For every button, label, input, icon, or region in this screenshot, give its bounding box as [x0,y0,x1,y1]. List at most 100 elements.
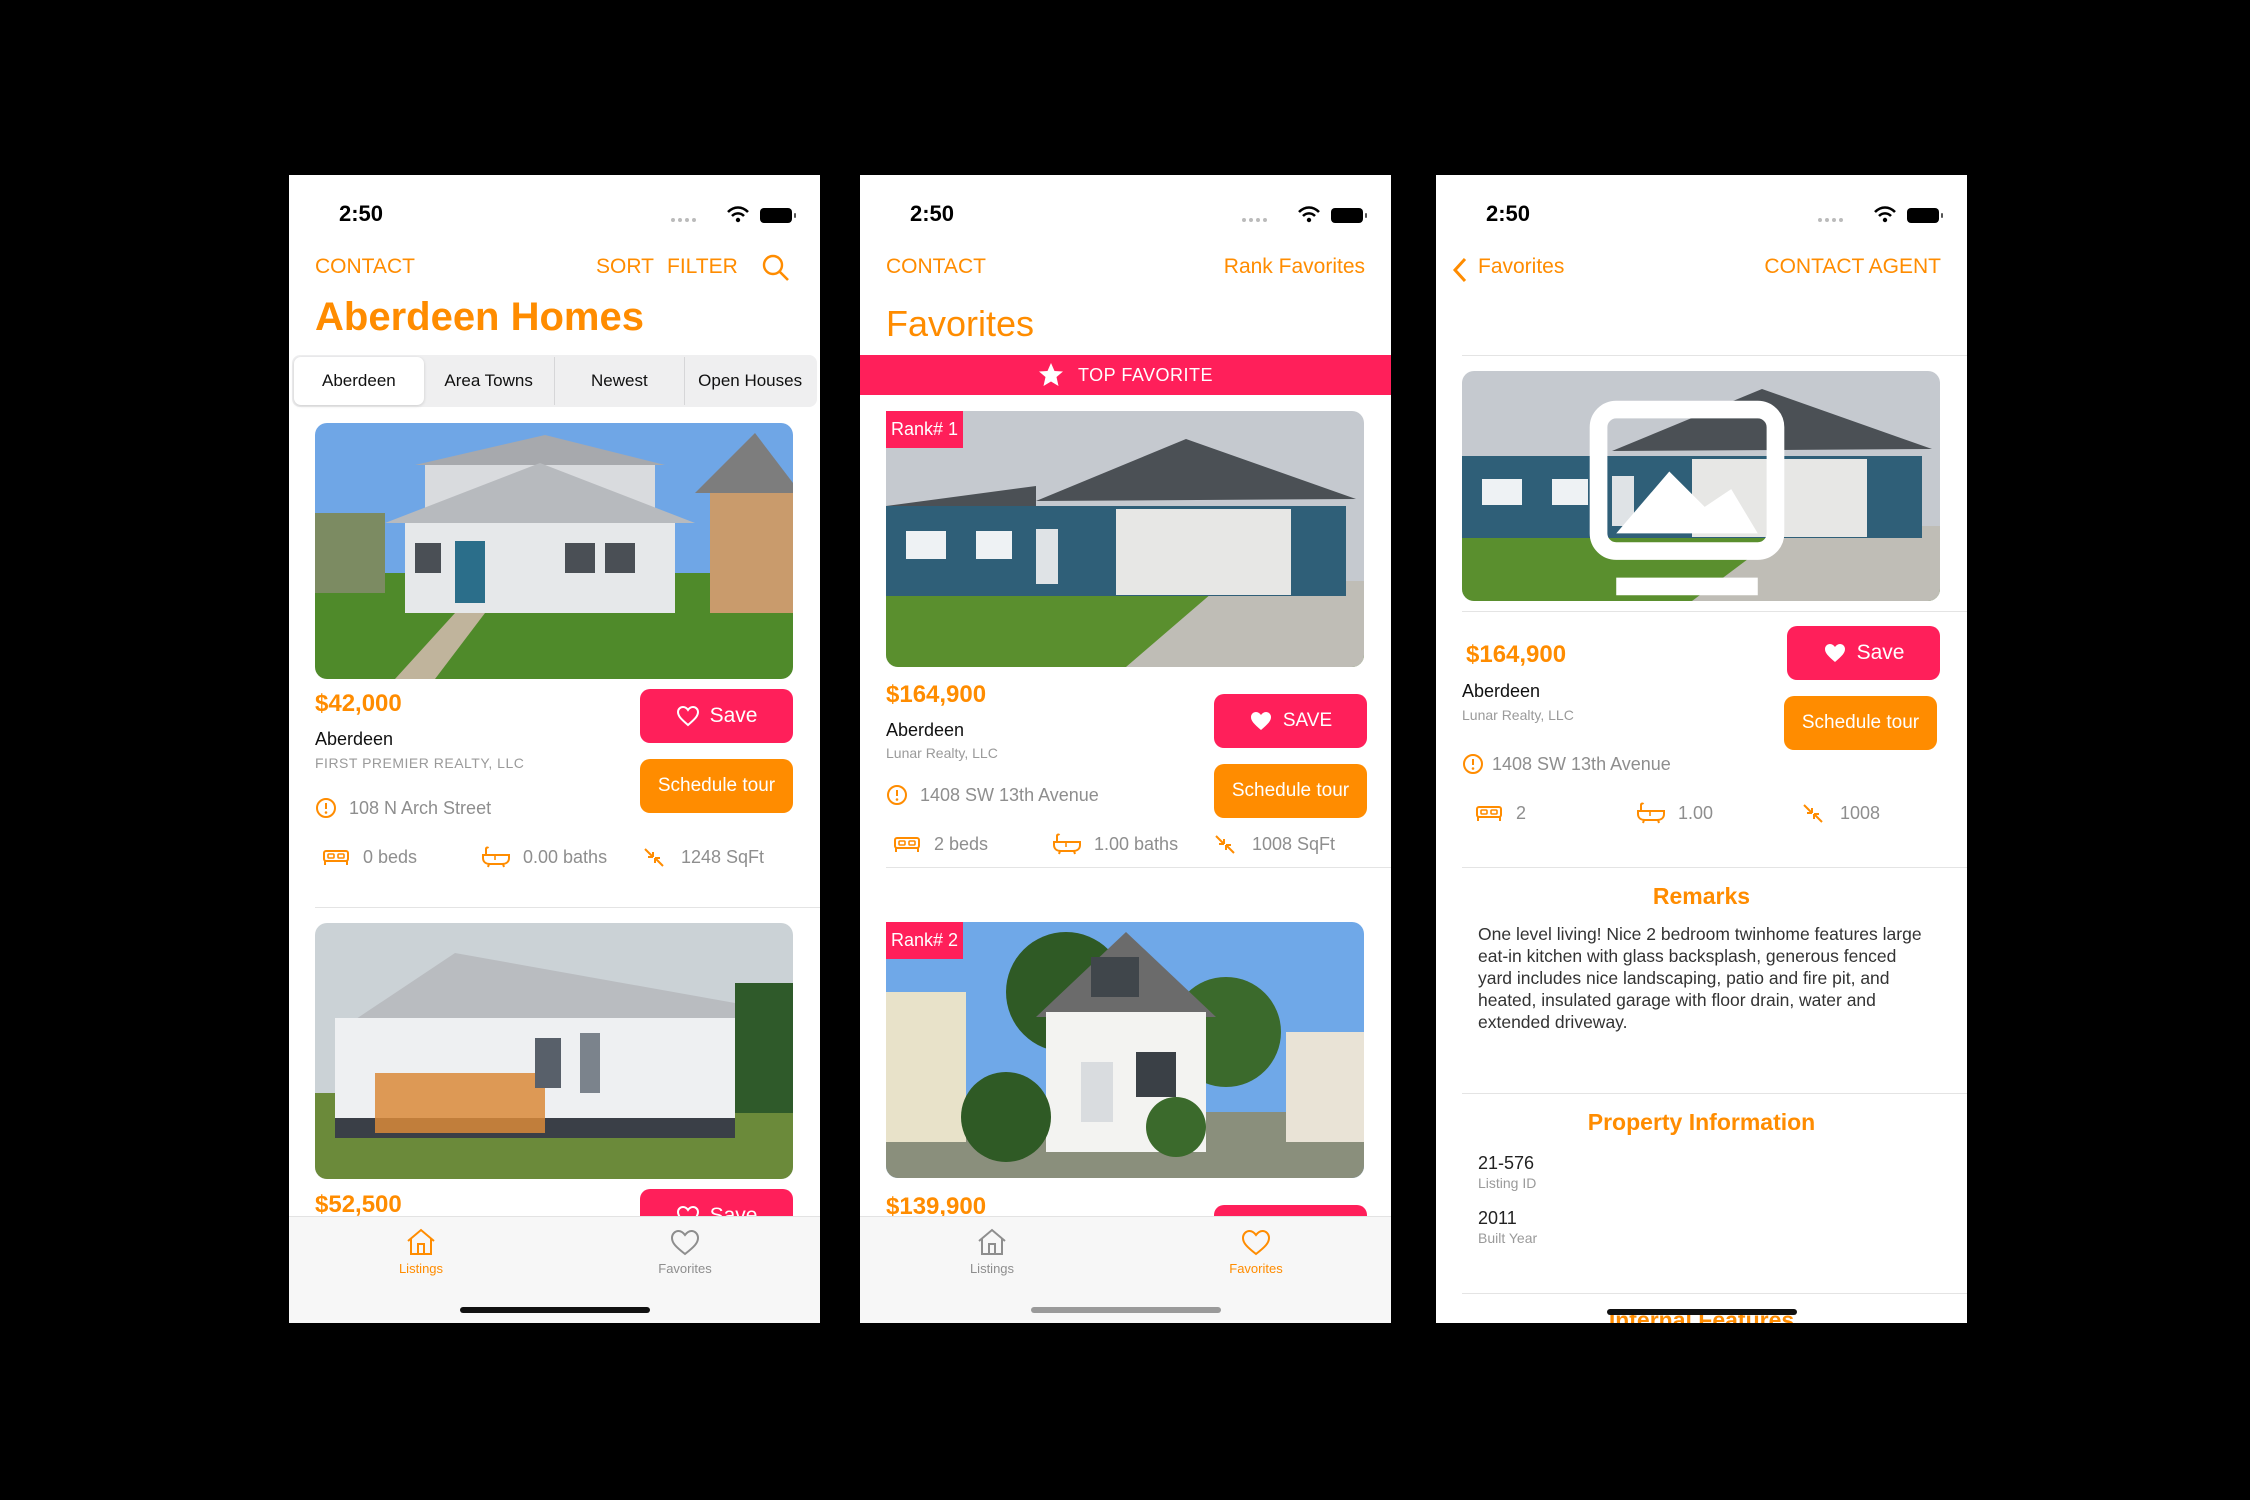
remarks-title: Remarks [1652,883,1751,909]
bathtub-icon [1636,801,1666,825]
home-indicator [1606,1309,1797,1315]
tab-favorites[interactable]: Favorites [625,1227,745,1276]
listing-agency: FIRST PREMIER REALTY, LLC [315,755,525,771]
home-indicator [459,1307,650,1313]
sort-button[interactable]: SORT [596,255,654,279]
divider [1462,1293,1967,1294]
listing-photo[interactable] [315,923,793,1179]
listing-address: 1408 SW 13th Avenue [1462,753,1671,775]
area-icon [1798,801,1828,825]
segment-newest[interactable]: Newest [555,357,686,405]
segment-area-towns[interactable]: Area Towns [424,357,555,405]
sqft-text: 1008 [1840,802,1881,823]
save-button[interactable]: SAVE [1214,694,1367,748]
gallery-icon[interactable] [1462,383,1926,601]
tab-listings[interactable]: Listings [932,1227,1052,1276]
schedule-tour-button[interactable]: Schedule tour [1784,696,1937,750]
location-icon [886,784,908,806]
save-button[interactable]: Save [1787,626,1940,680]
house-icon [404,1227,438,1257]
divider [886,867,1391,868]
address-text: 108 N Arch Street [349,797,492,818]
save-button-label: SAVE [1282,710,1333,731]
save-button[interactable]: Save [640,689,793,743]
listing-agency: Lunar Realty, LLC [1462,707,1574,723]
contact-button[interactable]: CONTACT [315,255,415,279]
tab-bar: Listings Favorites [860,1216,1391,1323]
wifi-icon [1873,205,1897,223]
back-button[interactable]: Favorites [1478,255,1564,279]
listing-price: $164,900 [1466,641,1567,668]
signal-icon [1242,218,1267,222]
segment-open-houses[interactable]: Open Houses [685,357,815,405]
save-button-label: Save [709,704,758,727]
contact-agent-button[interactable]: CONTACT AGENT [1764,255,1941,279]
schedule-tour-button[interactable]: Schedule tour [1214,764,1367,818]
remarks-text: One level living! Nice 2 bedroom twinhom… [1478,924,1922,1032]
battery-icon [760,208,796,223]
divider [1462,355,1967,356]
beds-text: 2 [1516,802,1527,823]
area-icon [1210,832,1240,856]
listing-agency: Lunar Realty, LLC [886,745,998,761]
banner-text: TOP FAVORITE [1077,364,1214,385]
segment-control: Aberdeen Area Towns Newest Open Houses [292,355,817,407]
signal-icon [671,218,696,222]
listing-photo[interactable] [886,411,1364,667]
divider [1462,611,1967,612]
wifi-icon [1297,205,1321,223]
heart-icon [668,1227,702,1257]
listing-price: $52,500 [315,1191,402,1218]
listing-photo[interactable] [315,423,793,679]
heart-outline-icon [676,705,700,727]
rank-favorites-button[interactable]: Rank Favorites [1224,255,1365,279]
sqft-stat: 1008 SqFt [1210,832,1335,856]
listing-photo[interactable] [886,922,1364,1178]
home-indicator [1030,1307,1221,1313]
listing-photo[interactable] [1462,371,1940,601]
built-year-label: Built Year [1478,1230,1538,1246]
divider [1462,867,1967,868]
tab-listings-label: Listings [969,1261,1015,1276]
battery-icon [1331,208,1367,223]
listing-city: Aberdeen [886,720,965,740]
beds-stat: 2 beds [892,832,988,856]
rank-badge: Rank# 2 [886,922,964,959]
tab-favorites-label: Favorites [658,1261,712,1276]
segment-aberdeen[interactable]: Aberdeen [294,357,424,405]
status-bar: 2:50 [289,193,820,233]
tab-listings[interactable]: Listings [361,1227,481,1276]
baths-text: 1.00 [1678,802,1714,823]
chevron-left-icon[interactable] [1452,257,1468,283]
status-time: 2:50 [1486,201,1531,226]
schedule-tour-button[interactable]: Schedule tour [640,759,793,813]
contact-button[interactable]: CONTACT [886,255,986,279]
listing-address: 108 N Arch Street [315,797,491,819]
divider [315,907,820,908]
listing-id-value: 21-576 [1478,1153,1535,1173]
baths-text: 1.00 baths [1094,833,1179,854]
beds-stat: 2 [1474,801,1526,825]
bed-icon [321,845,351,869]
heart-icon [1239,1227,1273,1257]
nav-bar: CONTACT SORT FILTER [289,245,820,289]
filter-button[interactable]: FILTER [667,255,738,279]
listing-address: 1408 SW 13th Avenue [886,784,1099,806]
address-text: 1408 SW 13th Avenue [920,784,1099,805]
sqft-stat: 1248 SqFt [639,845,764,869]
bathtub-icon [481,845,511,869]
search-icon[interactable] [761,253,791,283]
status-bar: 2:50 [860,193,1391,233]
tab-listings-label: Listings [398,1261,444,1276]
property-info-title: Property Information [1587,1109,1816,1135]
wifi-icon [726,205,750,223]
rank-badge: Rank# 1 [886,411,964,448]
beds-text: 0 beds [363,846,418,867]
signal-icon [1818,218,1843,222]
listing-city: Aberdeen [315,729,394,749]
tab-favorites[interactable]: Favorites [1196,1227,1316,1276]
heart-filled-icon [1249,710,1273,732]
page-title: Aberdeen Homes [315,295,644,339]
bed-icon [1474,801,1504,825]
heart-filled-icon [1823,642,1847,664]
